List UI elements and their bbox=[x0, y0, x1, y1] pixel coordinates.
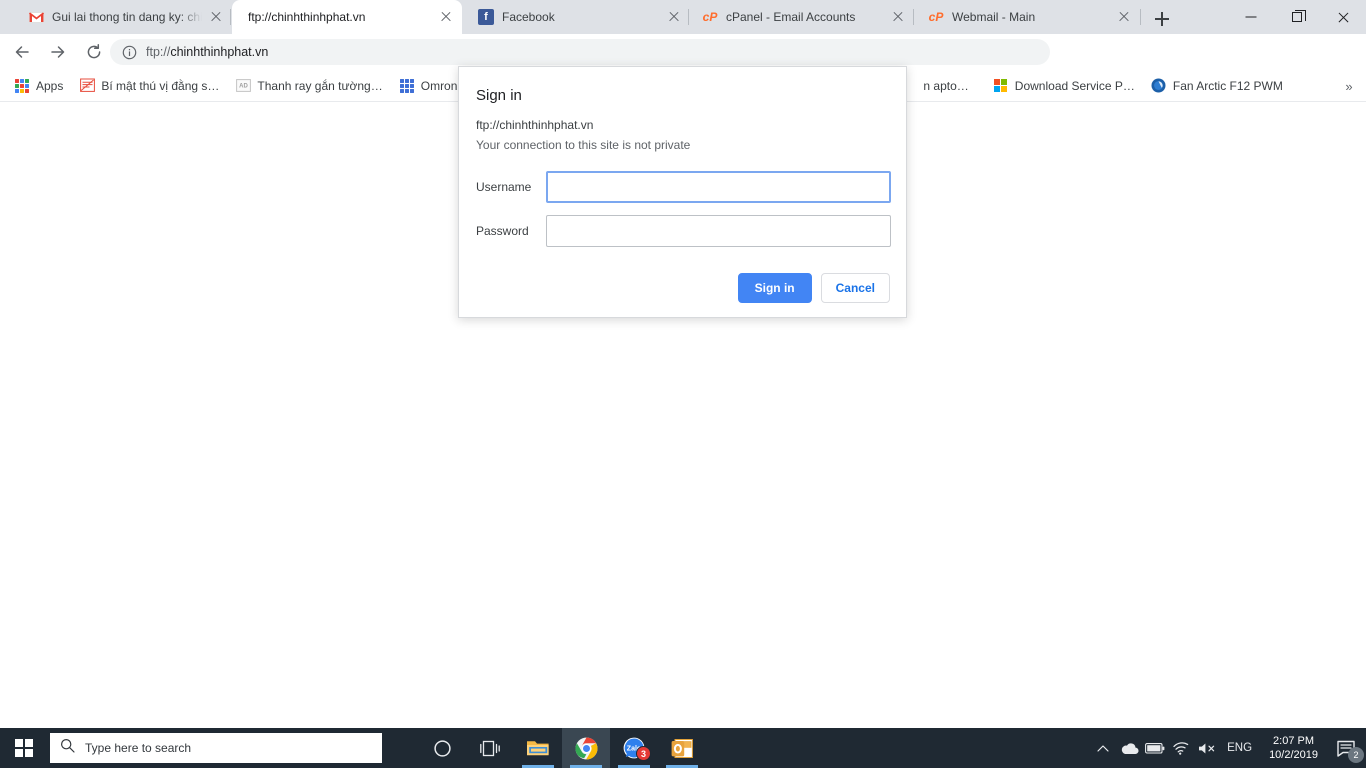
close-window-button[interactable] bbox=[1320, 0, 1366, 34]
clock-date: 10/2/2019 bbox=[1269, 749, 1318, 761]
facebook-icon: f bbox=[478, 9, 494, 25]
tab-separator bbox=[913, 9, 914, 25]
tab-title: Facebook bbox=[502, 10, 555, 24]
notification-count-badge: 2 bbox=[1348, 747, 1364, 763]
notification-center-icon[interactable]: 2 bbox=[1328, 728, 1366, 768]
tab-title: ftp://chinhthinhphat.vn bbox=[248, 10, 366, 24]
tab-close-icon[interactable] bbox=[1116, 9, 1132, 25]
cpanel-icon: cP bbox=[928, 10, 944, 24]
clock-time: 2:07 PM bbox=[1273, 735, 1315, 747]
browser-toolbar: ftp://chinhthinhphat.vn ∫ ⚙ SQ bbox=[0, 34, 1366, 99]
windows-taskbar: Type here to search Zalo 3 ENG 2:07 PM 1… bbox=[0, 728, 1366, 768]
tab-separator bbox=[688, 9, 689, 25]
username-input[interactable] bbox=[545, 171, 891, 203]
bookmark-label: Apps bbox=[36, 78, 64, 93]
cpanel-icon: cP bbox=[702, 10, 718, 24]
search-icon bbox=[60, 738, 75, 758]
battery-icon[interactable] bbox=[1142, 728, 1168, 768]
window-controls bbox=[1228, 0, 1366, 34]
browser-tab-facebook[interactable]: f Facebook bbox=[466, 0, 690, 34]
outlook-icon[interactable] bbox=[658, 728, 706, 768]
browser-tab-cpanel[interactable]: cP cPanel - Email Accounts bbox=[690, 0, 914, 34]
tab-close-icon[interactable] bbox=[666, 9, 682, 25]
tab-separator bbox=[1140, 9, 1141, 25]
info-circle-icon[interactable] bbox=[122, 45, 137, 60]
tab-strip: Gui lai thong tin dang ky: chinh ftp://c… bbox=[0, 0, 1366, 34]
show-hidden-icons-icon[interactable] bbox=[1090, 728, 1116, 768]
back-button[interactable] bbox=[8, 38, 36, 66]
language-indicator[interactable]: ENG bbox=[1220, 742, 1259, 754]
tab-title: cPanel - Email Accounts bbox=[726, 10, 856, 24]
windows-logo-icon bbox=[15, 739, 33, 757]
dialog-actions: Sign in Cancel bbox=[737, 273, 890, 303]
gray-doc-icon: AD bbox=[235, 78, 251, 94]
file-explorer-icon[interactable] bbox=[514, 728, 562, 768]
maximize-button[interactable] bbox=[1274, 0, 1320, 34]
tab-close-icon[interactable] bbox=[208, 9, 224, 25]
bookmarks-overflow-icon[interactable]: » bbox=[1340, 77, 1358, 95]
system-tray: ENG 2:07 PM 10/2/2019 2 bbox=[1090, 728, 1366, 768]
volume-muted-icon[interactable] bbox=[1194, 728, 1220, 768]
google-chrome-icon[interactable] bbox=[562, 728, 610, 768]
password-label: Password bbox=[476, 224, 529, 238]
browser-tab-gmail[interactable]: Gui lai thong tin dang ky: chinh bbox=[16, 0, 232, 34]
taskbar-search-box[interactable]: Type here to search bbox=[50, 733, 382, 763]
new-tab-button[interactable] bbox=[1148, 5, 1176, 33]
svg-text:AD: AD bbox=[239, 84, 248, 90]
tab-close-icon[interactable] bbox=[890, 9, 906, 25]
taskbar-search-placeholder: Type here to search bbox=[85, 741, 192, 755]
wifi-icon[interactable] bbox=[1168, 728, 1194, 768]
apps-grid-icon bbox=[14, 78, 30, 94]
tab-close-icon[interactable] bbox=[438, 9, 454, 25]
bookmark-label: Bí mật thú vị đằng s… bbox=[101, 78, 220, 93]
tab-title: Webmail - Main bbox=[952, 10, 1036, 24]
username-label: Username bbox=[476, 180, 532, 194]
bookmark-thanh-ray[interactable]: AD Thanh ray gắn tường… bbox=[227, 74, 390, 98]
bookmark-label: Download Service P… bbox=[1014, 78, 1135, 93]
dialog-connection-warning: Your connection to this site is not priv… bbox=[476, 138, 691, 152]
task-view-icon[interactable] bbox=[466, 728, 514, 768]
bookmark-label: n apto… bbox=[923, 78, 969, 93]
bookmark-label: Thanh ray gắn tường… bbox=[257, 78, 383, 93]
bookmark-apps[interactable]: Apps bbox=[6, 74, 71, 98]
dialog-url: ftp://chinhthinhphat.vn bbox=[476, 118, 594, 132]
zalo-badge-count: 3 bbox=[636, 746, 651, 761]
bookmark-label: Fan Arctic F12 PWM bbox=[1172, 78, 1283, 93]
browser-tab-ftp[interactable]: ftp://chinhthinhphat.vn bbox=[232, 0, 462, 34]
blue-grid-icon bbox=[399, 78, 415, 94]
start-button[interactable] bbox=[0, 728, 48, 768]
gmail-icon bbox=[28, 9, 44, 25]
url-host: chinhthinhphat.vn bbox=[170, 45, 269, 59]
cancel-button[interactable]: Cancel bbox=[820, 273, 890, 303]
bookmark-download-service-pack[interactable]: Download Service P… bbox=[985, 74, 1143, 98]
microsoft-icon bbox=[993, 78, 1009, 94]
bookmark-fan-arctic[interactable]: Fan Arctic F12 PWM bbox=[1143, 74, 1291, 98]
dialog-title: Sign in bbox=[476, 87, 522, 104]
password-row: Password bbox=[476, 215, 891, 247]
password-input[interactable] bbox=[545, 215, 891, 247]
tab-separator bbox=[230, 9, 231, 25]
cortana-icon[interactable] bbox=[418, 728, 466, 768]
bookmark-n-apto[interactable]: n apto… bbox=[915, 74, 976, 98]
browser-tab-webmail[interactable]: cP Webmail - Main bbox=[916, 0, 1140, 34]
address-bar[interactable]: ftp://chinhthinhphat.vn bbox=[110, 39, 1050, 65]
url-scheme: ftp:// bbox=[146, 45, 171, 59]
tab-title: Gui lai thong tin dang ky: chinh bbox=[52, 10, 202, 24]
username-row: Username bbox=[476, 171, 891, 203]
zalo-icon[interactable]: Zalo 3 bbox=[610, 728, 658, 768]
bookmark-bi-mat-thu-vi[interactable]: Bí mật thú vị đằng s… bbox=[71, 74, 227, 98]
clock[interactable]: 2:07 PM 10/2/2019 bbox=[1259, 734, 1328, 762]
onedrive-icon[interactable] bbox=[1116, 728, 1142, 768]
blue-circle-icon bbox=[1151, 78, 1167, 94]
red-doc-icon bbox=[79, 78, 95, 94]
chrome-browser-window: Gui lai thong tin dang ky: chinh ftp://c… bbox=[0, 0, 1366, 728]
ftp-sign-in-dialog: Sign in ftp://chinhthinhphat.vn Your con… bbox=[458, 66, 907, 318]
reload-button[interactable] bbox=[80, 38, 108, 66]
address-bar-text: ftp://chinhthinhphat.vn bbox=[146, 45, 268, 59]
forward-button[interactable] bbox=[44, 38, 72, 66]
sign-in-button[interactable]: Sign in bbox=[737, 273, 812, 303]
minimize-button[interactable] bbox=[1228, 0, 1274, 34]
